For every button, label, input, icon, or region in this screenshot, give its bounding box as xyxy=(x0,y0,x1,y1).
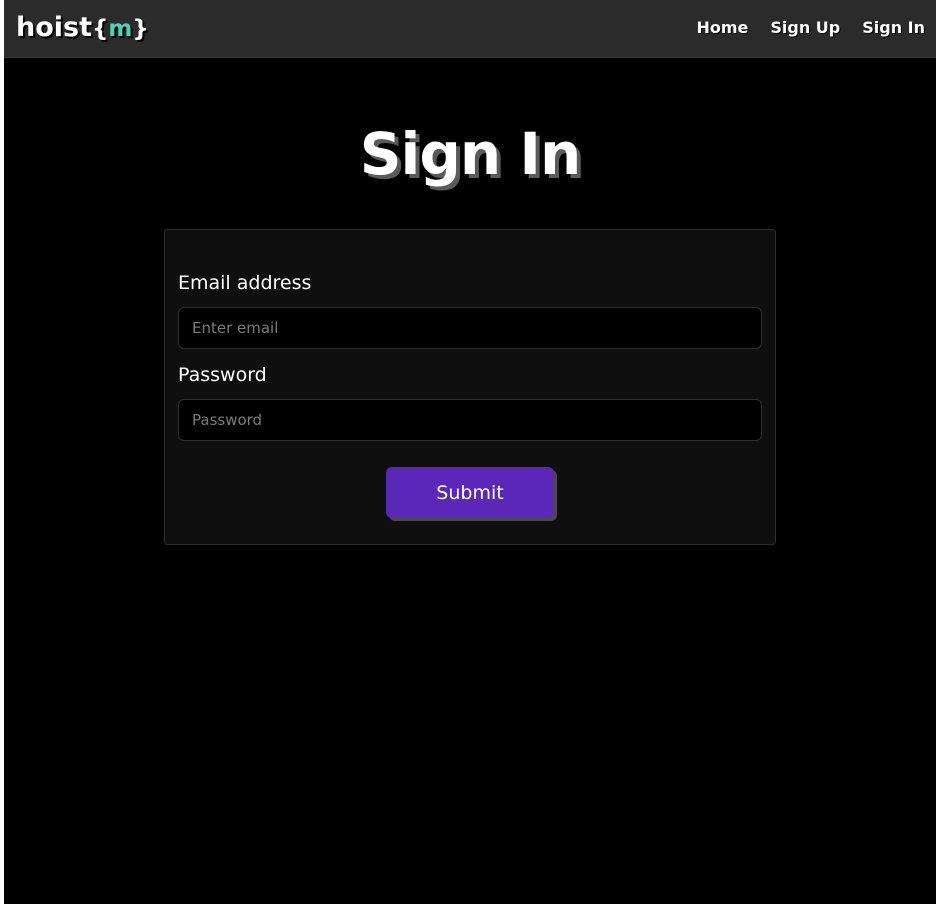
navbar: hoist{m} Home Sign Up Sign In xyxy=(4,0,936,58)
brand-logo[interactable]: hoist{m} xyxy=(16,10,149,47)
page-title: Sign In xyxy=(359,120,582,188)
nav-link-sign-in[interactable]: Sign In xyxy=(862,16,925,40)
brand-open-brace: { xyxy=(92,16,109,42)
password-label: Password xyxy=(178,364,267,386)
nav-link-sign-up[interactable]: Sign Up xyxy=(770,16,840,40)
nav-links: Home Sign Up Sign In xyxy=(696,16,925,40)
brand-accent: m xyxy=(108,16,133,42)
brand-prefix: hoist xyxy=(16,12,93,43)
brand-close-brace: } xyxy=(132,16,149,42)
sign-in-form: Email address Password Submit xyxy=(164,229,776,545)
nav-link-home[interactable]: Home xyxy=(696,16,748,40)
app-frame: hoist{m} Home Sign Up Sign In Sign In Em… xyxy=(4,0,936,904)
email-input[interactable] xyxy=(178,307,762,349)
password-input[interactable] xyxy=(178,399,762,441)
email-label: Email address xyxy=(178,272,312,294)
submit-button[interactable]: Submit xyxy=(386,467,554,518)
